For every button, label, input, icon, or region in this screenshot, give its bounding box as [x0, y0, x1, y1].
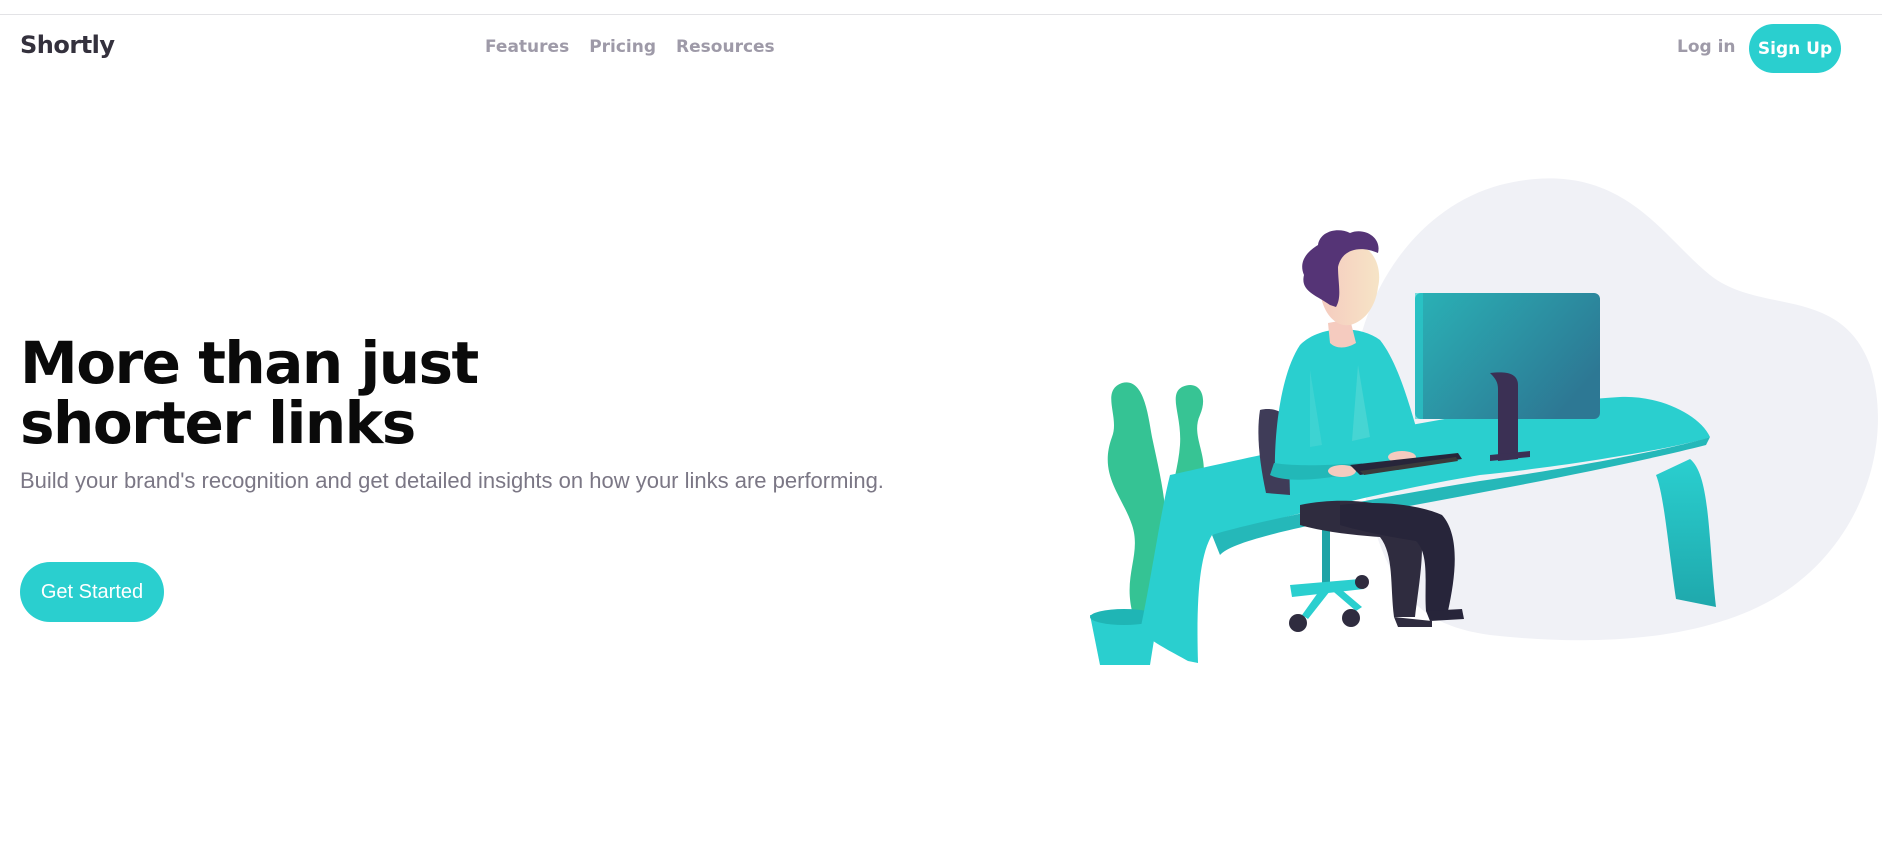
login-link[interactable]: Log in: [1677, 37, 1736, 57]
hero-title: More than just shorter links: [20, 333, 580, 453]
get-started-button[interactable]: Get Started: [20, 562, 164, 622]
person-working-at-desk-illustration: [1090, 178, 1878, 665]
nav-link-resources[interactable]: Resources: [676, 37, 775, 57]
hero-title-line-1: More than just: [20, 329, 479, 397]
signup-button[interactable]: Sign Up: [1749, 24, 1841, 73]
site-header: Shortly Features Pricing Resources Log i…: [0, 15, 1882, 81]
nav-link-features[interactable]: Features: [485, 37, 569, 57]
logo[interactable]: Shortly: [20, 31, 115, 59]
main-nav: Features Pricing Resources: [485, 37, 775, 57]
hero-subtitle: Build your brand's recognition and get d…: [20, 468, 884, 493]
hero-title-line-2: shorter links: [20, 389, 416, 457]
nav-link-pricing[interactable]: Pricing: [589, 37, 656, 57]
